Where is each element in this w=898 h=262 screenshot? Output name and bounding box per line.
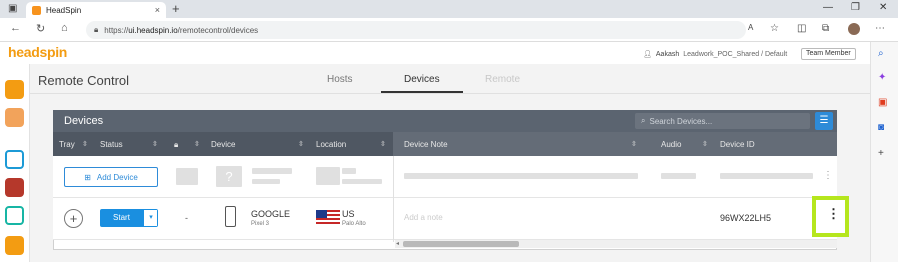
analytics-icon[interactable] xyxy=(5,108,24,127)
placeholder-line xyxy=(404,173,638,179)
role-badge: Team Member xyxy=(801,48,856,60)
sort-icon[interactable]: ⇳ xyxy=(298,140,304,148)
favorites-icon[interactable]: ☆ xyxy=(770,23,779,34)
placeholder-flag xyxy=(316,167,340,185)
column-status[interactable]: Status xyxy=(100,140,123,149)
remote-control-bar xyxy=(30,64,870,94)
device-country: US xyxy=(342,209,355,219)
add-sidebar-icon[interactable]: + xyxy=(878,148,884,159)
column-device[interactable]: Device xyxy=(211,140,235,149)
url-path: /remotecontrol/devices xyxy=(177,25,259,35)
row-menu-icon[interactable]: ⋮ xyxy=(823,170,833,181)
device-model: Pixel 3 xyxy=(251,221,270,227)
home-icon[interactable]: ⌂ xyxy=(61,22,68,34)
url-host: ui.headspin.io xyxy=(128,25,178,35)
tab-remote: Remote xyxy=(485,74,521,85)
search-placeholder: Search Devices... xyxy=(649,116,713,126)
scrollbar-thumb[interactable] xyxy=(403,241,519,247)
sort-icon[interactable]: ⇳ xyxy=(194,140,200,148)
row-menu-icon[interactable]: ⋮ xyxy=(827,206,840,222)
filter-settings-button[interactable]: ☰ xyxy=(815,112,833,130)
tab-title: HeadSpin xyxy=(46,5,82,15)
column-device-note[interactable]: Device Note xyxy=(404,140,448,149)
tab-close-icon[interactable]: × xyxy=(155,5,160,15)
phone-icon xyxy=(225,206,236,227)
column-location[interactable]: Location xyxy=(316,140,346,149)
column-device-id[interactable]: Device ID xyxy=(720,140,755,149)
search-icon: ⌕ xyxy=(641,116,646,125)
copilot-icon[interactable]: ✦ xyxy=(878,72,886,83)
column-lock-icon: 🔒︎ xyxy=(174,140,179,149)
scroll-left-icon[interactable]: ◂ xyxy=(396,240,399,247)
app-r-icon[interactable] xyxy=(5,178,24,197)
user-name: Aakash xyxy=(655,50,680,58)
placeholder-line xyxy=(252,168,292,174)
device-note-input[interactable]: Add a note xyxy=(404,213,443,222)
add-device-label: Add Device xyxy=(96,172,138,182)
column-audio[interactable]: Audio xyxy=(661,140,681,149)
split-screen-icon[interactable]: ◫ xyxy=(797,23,806,34)
sort-icon[interactable]: ⇳ xyxy=(702,140,708,148)
headspin-logo[interactable]: headspin xyxy=(8,44,67,60)
start-button[interactable]: Start ▾ xyxy=(100,209,158,227)
app-p-icon[interactable] xyxy=(5,206,24,225)
device-name: GOOGLE xyxy=(251,209,291,219)
add-to-tray-button[interactable]: + xyxy=(64,209,83,228)
outlook-icon[interactable]: ◙ xyxy=(878,122,884,133)
add-device-button[interactable]: ⊞ Add Device xyxy=(64,167,158,187)
start-label: Start xyxy=(113,213,130,222)
sort-icon[interactable]: ⇳ xyxy=(152,140,158,148)
headspin-favicon-icon xyxy=(32,5,41,15)
profile-avatar[interactable] xyxy=(848,23,860,35)
office-icon[interactable]: ▣ xyxy=(878,97,887,108)
minimize-icon[interactable]: — xyxy=(823,2,833,13)
more-icon[interactable]: ⋯ xyxy=(875,23,885,34)
refresh-icon[interactable]: ↻ xyxy=(36,22,45,35)
search-sidebar-icon[interactable]: ⌕ xyxy=(878,48,884,59)
page-title: Remote Control xyxy=(38,73,130,88)
tab-hosts[interactable]: Hosts xyxy=(327,74,353,85)
url-scheme: https:// xyxy=(104,25,129,35)
sort-icon[interactable]: ⇳ xyxy=(82,140,88,148)
restore-icon[interactable]: ❐ xyxy=(851,2,860,13)
device-city: Palo Alto xyxy=(342,221,366,227)
device-search-input[interactable]: ⌕ Search Devices... xyxy=(635,113,810,129)
url-field[interactable]: 🔒︎ https://ui.headspin.io/remotecontrol/… xyxy=(86,21,746,39)
sort-icon[interactable]: ⇳ xyxy=(380,140,386,148)
placeholder-line xyxy=(342,168,356,174)
app-m-icon[interactable] xyxy=(5,236,24,255)
home-app-icon[interactable] xyxy=(5,150,24,169)
device-id: 96WX22LH5 xyxy=(720,213,772,223)
close-window-icon[interactable]: ✕ xyxy=(879,2,887,13)
user-info[interactable]: 👤︎ Aakash Leadwork_POC_Shared / Default xyxy=(643,50,788,59)
lock-status: - xyxy=(185,213,188,223)
frozen-column-divider xyxy=(393,156,394,242)
user-icon: 👤︎ xyxy=(643,51,652,58)
active-tab-underline xyxy=(381,91,463,93)
unknown-device-icon: ? xyxy=(216,166,242,187)
device-plus-icon: ⊞ xyxy=(84,172,91,182)
back-icon[interactable]: ← xyxy=(10,22,21,34)
tab-devices[interactable]: Devices xyxy=(404,74,440,85)
placeholder-block xyxy=(176,168,198,185)
devices-panel-title: Devices xyxy=(64,115,104,127)
column-tray[interactable]: Tray xyxy=(59,140,75,149)
collections-icon[interactable]: ⧉ xyxy=(822,23,829,34)
placeholder-line xyxy=(661,173,696,179)
read-aloud-icon[interactable]: A xyxy=(748,23,753,32)
sort-icon[interactable]: ⇳ xyxy=(631,140,637,148)
placeholder-line xyxy=(252,179,280,184)
lock-icon: 🔒︎ xyxy=(94,25,99,34)
new-tab-button[interactable]: + xyxy=(172,1,180,16)
browser-tab-headspin[interactable]: HeadSpin × xyxy=(26,2,166,18)
start-dropdown-icon[interactable]: ▾ xyxy=(144,210,157,226)
placeholder-line xyxy=(342,179,382,184)
tab-actions-icon[interactable]: ▣ xyxy=(8,3,17,14)
user-org: Leadwork_POC_Shared / Default xyxy=(683,50,788,58)
apps-icon[interactable] xyxy=(5,80,24,99)
placeholder-line xyxy=(720,173,813,179)
us-flag-canton xyxy=(316,210,327,218)
